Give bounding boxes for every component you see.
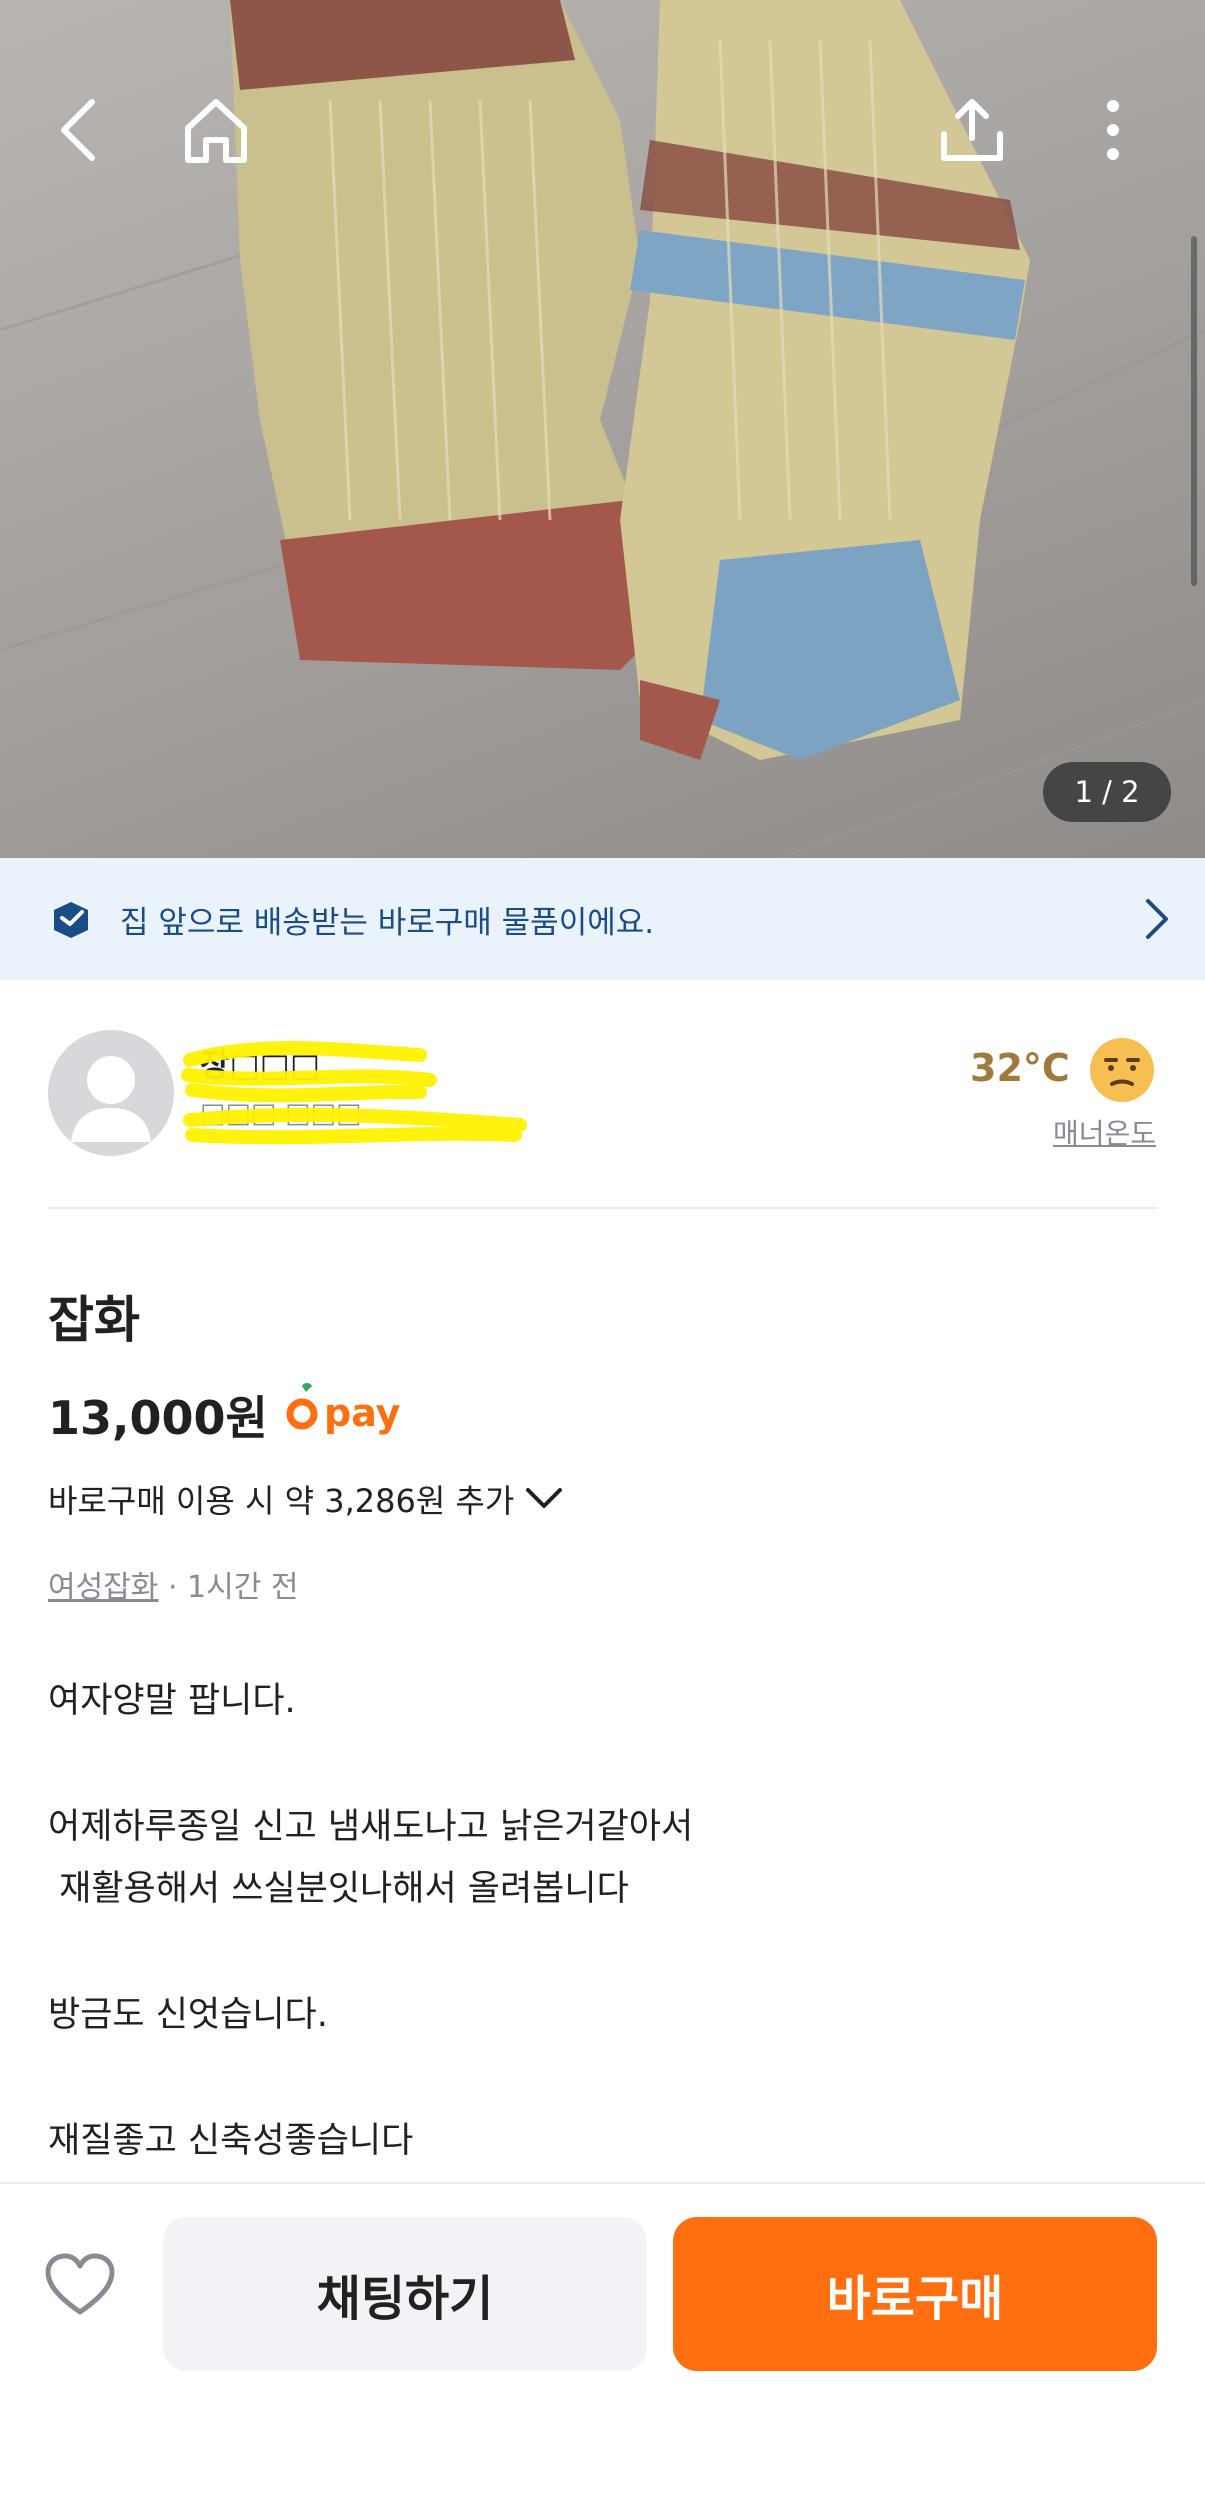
product-photo[interactable]: 1 / 2 <box>0 0 1205 858</box>
product-price: 13,000원 <box>48 1391 268 1445</box>
divider <box>48 1207 1158 1209</box>
banner-text: 집 앞으로 배송받는 바로구매 물품이에요. <box>120 904 655 941</box>
carrot-icon: pay <box>286 1383 401 1435</box>
back-icon <box>61 99 95 161</box>
description-line: 어제하루종일 신고 냄새도나고 낡은거같아서 <box>48 1807 694 1847</box>
description-line: 재질좋고 신축성좋습니다 <box>48 2121 414 2161</box>
pay-label: pay <box>324 1391 401 1435</box>
face-icon <box>1090 1038 1154 1102</box>
buy-now-button[interactable]: 바로구매 <box>673 2217 1157 2371</box>
back-button[interactable] <box>30 80 130 180</box>
share-icon <box>941 99 1003 161</box>
carrot-pay-logo: pay <box>284 1380 414 1444</box>
heart-icon[interactable] <box>44 2252 116 2318</box>
description-line: 여자양말 팝니다. <box>48 1681 296 1721</box>
chat-button[interactable]: 채팅하기 <box>163 2217 647 2371</box>
manner-temperature-link[interactable]: 매너온도 <box>1053 1112 1156 1152</box>
description-line: 재활용해서 쓰실분잇나해서 올려봅니다 <box>48 1869 629 1909</box>
chevron-right-icon <box>1146 899 1168 939</box>
direct-buy-extra-fee[interactable]: 바로구매 이용 시 약 3,286원 추가 <box>48 1476 564 1522</box>
scrollbar[interactable] <box>1191 236 1197 586</box>
delivery-box-icon <box>54 902 88 938</box>
home-icon <box>185 99 247 163</box>
product-title: 잡화 <box>48 1291 140 1349</box>
category-link[interactable]: 여성잡화 <box>48 1570 158 1605</box>
redaction-scribble <box>181 1041 527 1145</box>
posted-time: · 1시간 전 <box>158 1570 299 1605</box>
photo-counter: 1 / 2 <box>1043 762 1171 822</box>
manner-temperature: 32°C <box>970 1046 1070 1090</box>
product-meta: 여성잡화 · 1시간 전 <box>48 1562 298 1606</box>
description-line: 방금도 신엇습니다. <box>48 1995 328 2035</box>
seller-avatar[interactable] <box>48 1030 174 1156</box>
avatar-icon <box>71 1056 151 1142</box>
extra-fee-text: 바로구매 이용 시 약 3,286원 추가 <box>48 1482 515 1520</box>
share-button[interactable] <box>922 80 1022 180</box>
more-icon <box>1107 100 1119 160</box>
more-button[interactable] <box>1063 80 1163 180</box>
direct-buy-banner[interactable]: 집 앞으로 배송받는 바로구매 물품이에요. <box>0 858 1205 980</box>
home-button[interactable] <box>166 80 266 180</box>
chevron-down-icon <box>526 1488 563 1508</box>
